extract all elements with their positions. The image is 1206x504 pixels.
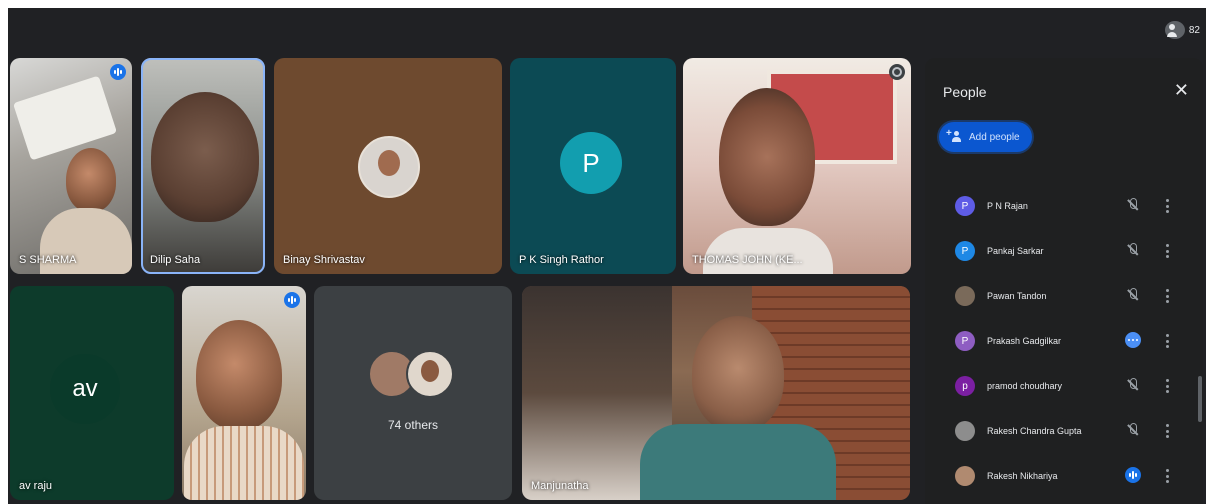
participant-avatar: av — [50, 354, 120, 424]
participant-avatar: P — [955, 196, 975, 216]
participant-avatar — [358, 136, 420, 198]
participant-name: Rakesh Chandra Gupta — [987, 426, 1082, 436]
add-people-label: Add people — [969, 131, 1020, 143]
participant-face — [66, 148, 116, 212]
participant-count: 82 — [1188, 24, 1200, 36]
speaking-indicator-icon — [110, 64, 126, 80]
participant-row[interactable]: Rakesh Chandra Gupta — [939, 413, 1197, 449]
participant-row[interactable]: Pawan Tandon — [939, 278, 1197, 314]
participant-face — [692, 316, 784, 432]
video-tile-dilip-saha[interactable]: Dilip Saha — [141, 58, 265, 274]
mic-off-icon[interactable] — [1125, 242, 1141, 258]
video-tile-participant[interactable] — [182, 286, 306, 500]
participant-name: P N Rajan — [987, 201, 1028, 211]
meeting-stage: 82 S SHARMA Dilip Saha Binay Shrivastav … — [8, 8, 1206, 504]
participant-row[interactable]: p pramod choudhary — [939, 368, 1197, 404]
more-vert-icon[interactable] — [1165, 244, 1169, 258]
participant-avatar: P — [955, 331, 975, 351]
participant-face — [196, 320, 282, 430]
video-tile-av-raju[interactable]: av av raju — [10, 286, 174, 500]
people-panel: People ✕ + Add people P P N Rajan P Pank… — [925, 58, 1203, 504]
video-tile-manjunatha[interactable]: Manjunatha — [522, 286, 910, 500]
participant-avatar: P — [560, 132, 622, 194]
mic-off-icon[interactable] — [1125, 422, 1141, 438]
close-icon[interactable]: ✕ — [1174, 80, 1189, 101]
add-person-icon: + — [946, 128, 963, 143]
others-tile[interactable]: 74 others — [314, 286, 512, 500]
mic-off-icon[interactable] — [1125, 377, 1141, 393]
more-vert-icon[interactable] — [1165, 379, 1169, 393]
participant-face — [719, 88, 815, 226]
add-people-button[interactable]: + Add people — [939, 122, 1032, 152]
participant-name: P K Singh Rathor — [519, 254, 604, 266]
participant-name: av raju — [19, 480, 53, 492]
participant-row[interactable]: Rakesh Nikhariya — [939, 458, 1197, 494]
audio-options-icon[interactable] — [1125, 332, 1141, 348]
more-vert-icon[interactable] — [1165, 199, 1169, 213]
participant-name: pramod choudhary — [987, 381, 1063, 391]
participant-name: Binay Shrivastav — [283, 254, 365, 266]
participant-face — [151, 92, 259, 222]
participant-body — [184, 426, 304, 500]
others-count-label: 74 others — [387, 418, 439, 432]
participant-body — [703, 228, 833, 274]
speaking-indicator-icon — [1125, 467, 1141, 483]
panel-title: People — [943, 84, 987, 100]
more-vert-icon[interactable] — [1165, 289, 1169, 303]
more-vert-icon[interactable] — [1165, 334, 1169, 348]
participant-name: Manjunatha — [531, 480, 589, 492]
more-options-icon[interactable] — [889, 64, 905, 80]
participant-name: Dilip Saha — [150, 254, 201, 266]
participant-name: S SHARMA — [19, 254, 77, 266]
participant-name: THOMAS JOHN (KE... — [692, 254, 803, 266]
video-tile-thomas-john[interactable]: THOMAS JOHN (KE... — [683, 58, 911, 274]
mic-off-icon[interactable] — [1125, 197, 1141, 213]
participant-row[interactable]: P P N Rajan — [939, 188, 1197, 224]
participant-row[interactable]: P Pankaj Sarkar — [939, 233, 1197, 269]
video-tile-p-k-singh-rathor[interactable]: P P K Singh Rathor — [510, 58, 676, 274]
participants-button[interactable]: 82 — [1164, 18, 1200, 42]
other-participant-avatar — [406, 350, 454, 398]
participant-row[interactable]: P Prakash Gadgilkar — [939, 323, 1197, 359]
mic-off-icon[interactable] — [1125, 287, 1141, 303]
speaking-indicator-icon — [284, 292, 300, 308]
people-icon — [1164, 21, 1185, 39]
participant-body — [640, 424, 836, 500]
participant-name: Pankaj Sarkar — [987, 246, 1044, 256]
participant-name: Pawan Tandon — [987, 291, 1047, 301]
participant-avatar: P — [955, 241, 975, 261]
more-vert-icon[interactable] — [1165, 424, 1169, 438]
participant-avatar-photo — [955, 286, 975, 306]
participant-avatar-photo — [955, 466, 975, 486]
video-tile-binay-shrivastav[interactable]: Binay Shrivastav — [274, 58, 502, 274]
video-tile-s-sharma[interactable]: S SHARMA — [10, 58, 132, 274]
participant-avatar-photo — [955, 421, 975, 441]
more-vert-icon[interactable] — [1165, 469, 1169, 483]
participant-avatar: p — [955, 376, 975, 396]
participant-name: Rakesh Nikhariya — [987, 471, 1058, 481]
background-object — [12, 75, 118, 161]
panel-scrollbar[interactable] — [1198, 376, 1202, 422]
participant-name: Prakash Gadgilkar — [987, 336, 1062, 346]
